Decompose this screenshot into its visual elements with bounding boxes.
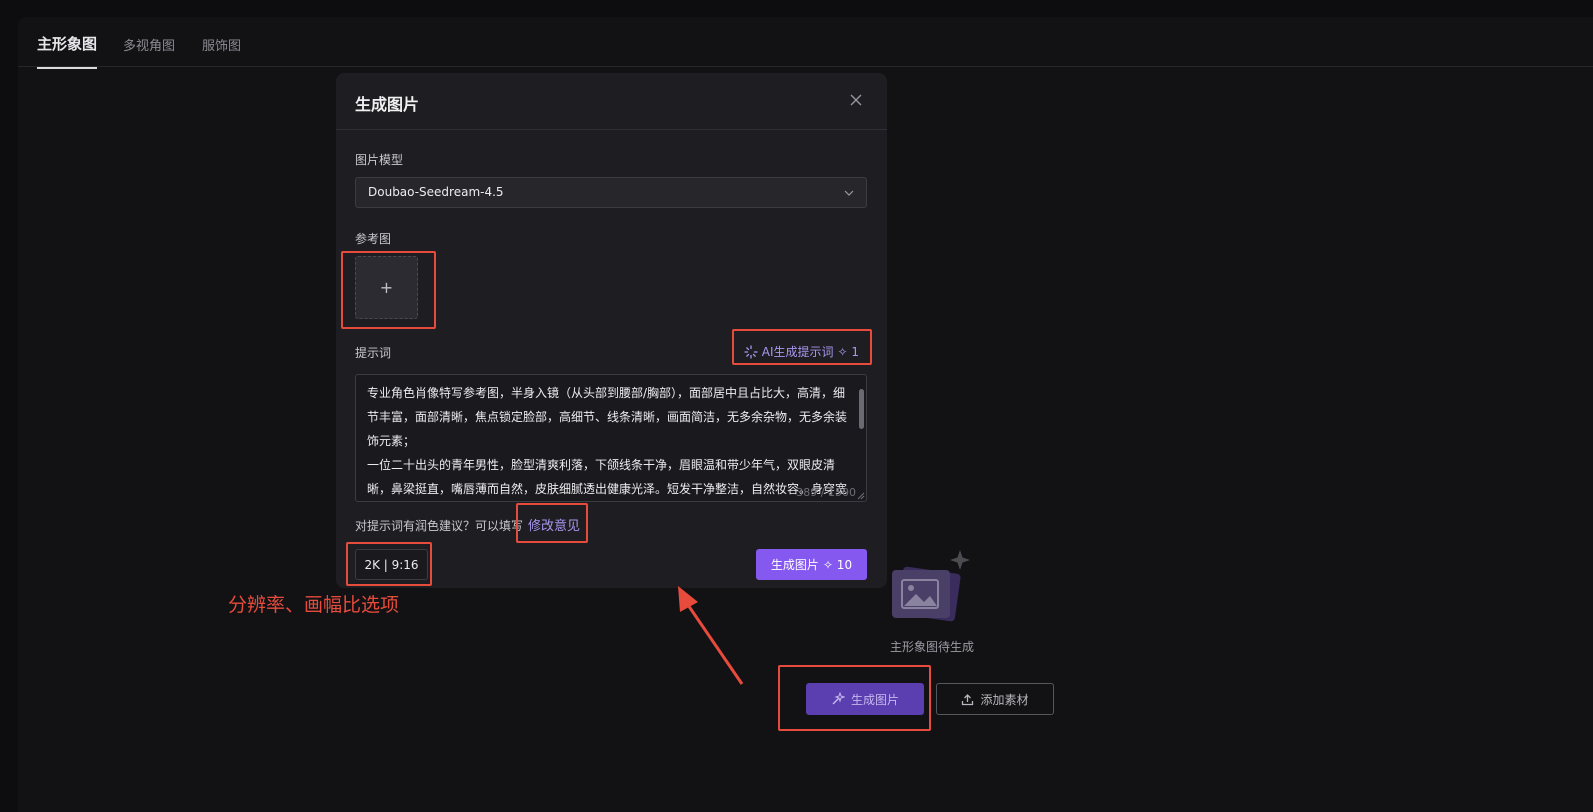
prompt-textarea[interactable]: 专业角色肖像特写参考图，半身入镜（从头部到腰部/胸部），面部居中且占比大，高清，… <box>355 374 867 502</box>
generate-image-button[interactable]: 生成图片 <box>806 683 924 715</box>
prompt-scrollbar[interactable] <box>859 389 864 429</box>
ai-generate-prompt-button[interactable]: AI生成提示词 ✧ 1 <box>744 343 859 360</box>
ai-prompt-cost: ✧ 1 <box>837 344 859 359</box>
suggest-text: 对提示词有润色建议？可以填写 <box>355 519 524 533</box>
suggest-link[interactable]: 修改意见 <box>528 515 580 534</box>
reference-upload-button[interactable]: + <box>355 256 418 319</box>
modal-generate-label: 生成图片 <box>770 558 819 572</box>
prompt-text: 专业角色肖像特写参考图，半身入镜（从头部到腰部/胸部），面部居中且占比大，高清，… <box>367 386 848 496</box>
resize-grip-icon[interactable] <box>857 492 865 500</box>
empty-image-illustration <box>892 550 970 622</box>
annotation-arrow-icon <box>678 586 744 685</box>
tab-bar: 主形象图 多视角图 服饰图 <box>18 17 1593 69</box>
modal-header: 生成图片 <box>336 73 887 130</box>
model-select[interactable]: Doubao-Seedream-4.5 <box>355 177 867 208</box>
upload-icon <box>962 693 974 705</box>
plus-icon: + <box>379 278 394 297</box>
sparkle-icon <box>832 692 845 705</box>
chevron-down-icon <box>844 190 854 196</box>
generate-image-label: 生成图片 <box>850 692 899 707</box>
empty-state-text: 主形象图待生成 <box>890 640 975 654</box>
resolution-ratio-selector[interactable]: 2K | 9:16 <box>355 549 428 580</box>
modal-generate-cost: ✧ 10 <box>822 557 853 572</box>
tab-costume[interactable]: 服饰图 <box>202 35 241 54</box>
modal-generate-button[interactable]: 生成图片 ✧ 10 <box>756 549 867 580</box>
model-select-value: Doubao-Seedream-4.5 <box>368 185 504 199</box>
model-label: 图片模型 <box>355 153 404 167</box>
resolution-ratio-value: 2K | 9:16 <box>364 557 419 572</box>
reference-label: 参考图 <box>355 232 392 246</box>
tab-main-image[interactable]: 主形象图 <box>37 33 98 69</box>
char-count: 389 / 1500 <box>796 486 856 499</box>
tab-multi-view[interactable]: 多视角图 <box>123 35 175 54</box>
prompt-label: 提示词 <box>355 346 392 360</box>
loading-spinner-icon <box>744 344 758 359</box>
close-icon[interactable] <box>849 93 863 107</box>
ai-prompt-label: AI生成提示词 <box>761 345 834 359</box>
generate-image-modal: 生成图片 图片模型 Doubao-Seedream-4.5 参考图 + 提示词 … <box>336 73 887 588</box>
add-material-label: 添加素材 <box>980 692 1029 707</box>
annotation-text: 分辨率、画幅比选项 <box>228 594 400 616</box>
modal-title: 生成图片 <box>355 95 420 114</box>
add-material-button[interactable]: 添加素材 <box>936 683 1054 715</box>
